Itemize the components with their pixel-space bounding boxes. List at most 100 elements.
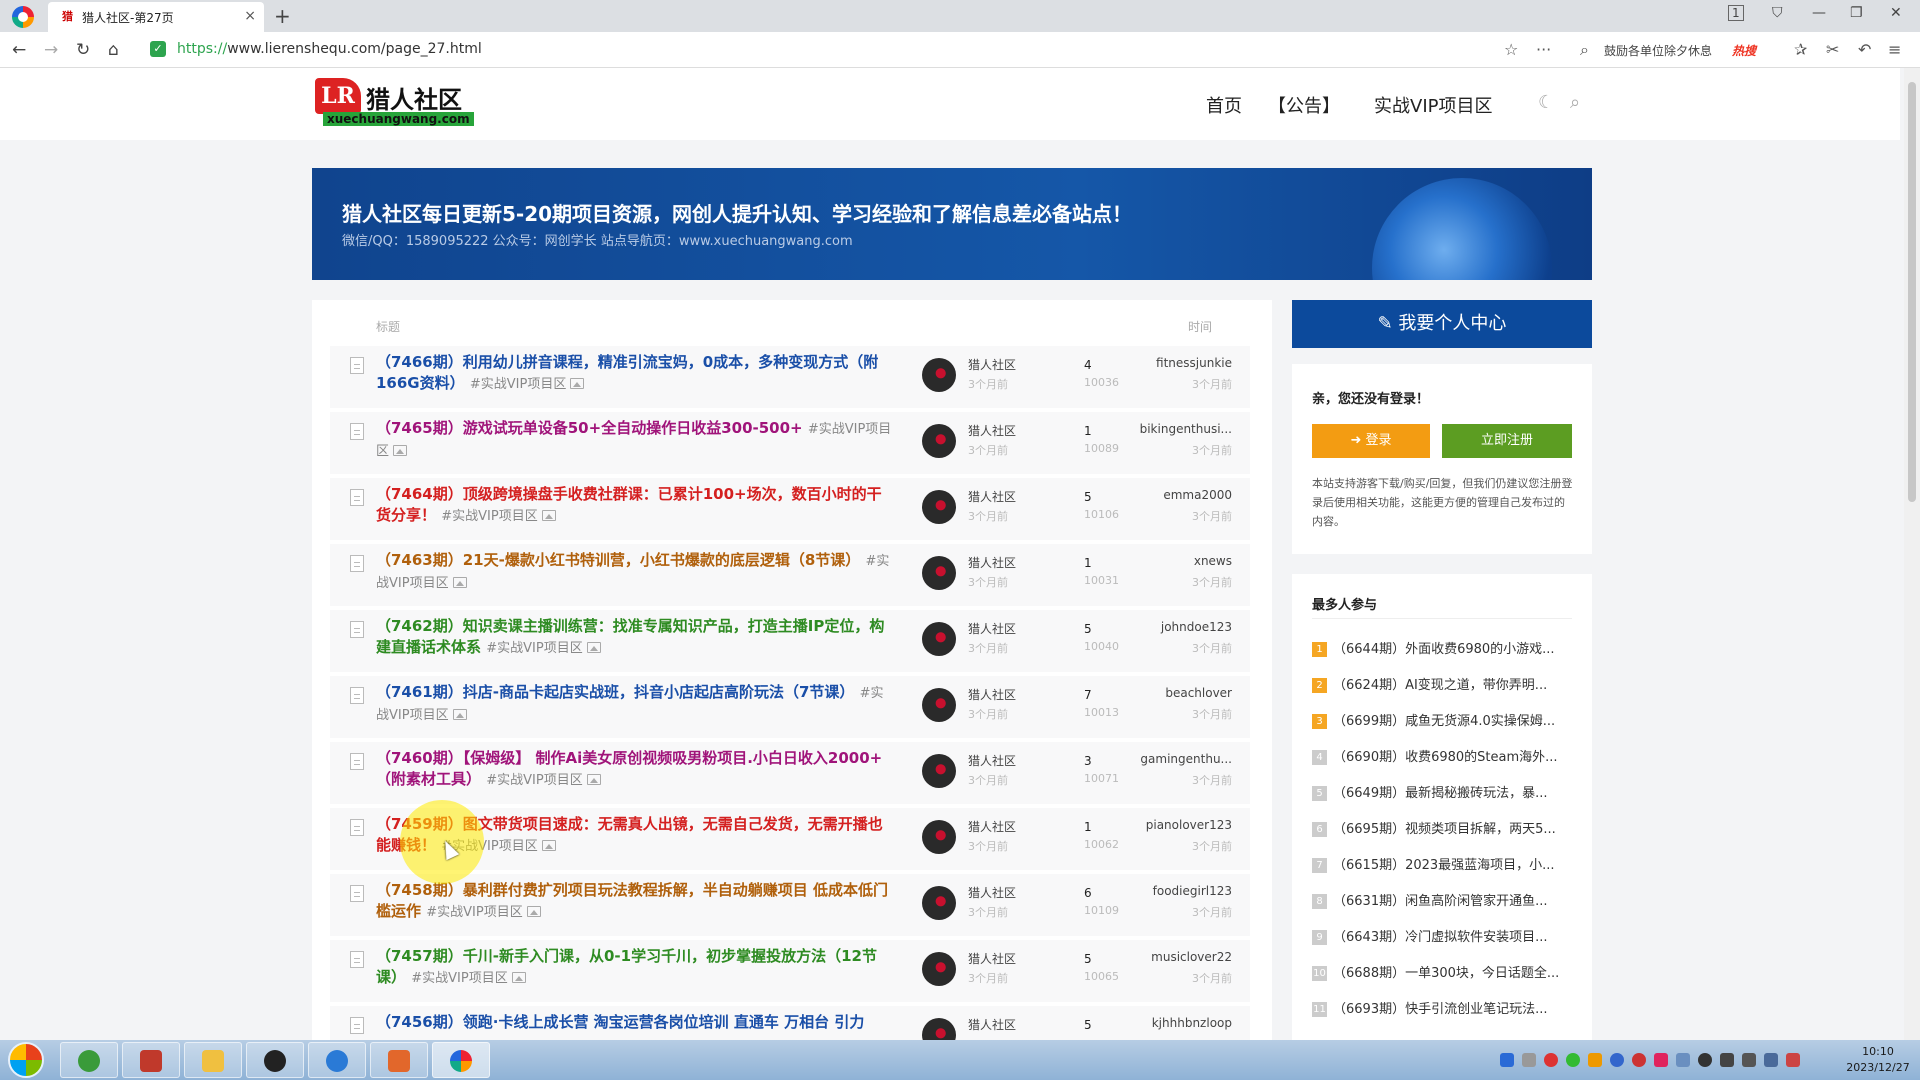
page-scrollbar[interactable] [1904, 68, 1920, 1040]
thread-title-block[interactable]: （7463期）21天-爆款小红书特训营，小红书爆款的底层逻辑（8节课） #实战V… [376, 550, 896, 594]
restore-icon[interactable]: ❐ [1850, 5, 1863, 21]
popular-item-title[interactable]: （6643期）冷门虚拟软件安装项目... [1333, 930, 1547, 945]
last-reply-user[interactable]: emma2000 [1112, 488, 1232, 502]
tray-music-icon[interactable] [1654, 1053, 1668, 1067]
thread-title[interactable]: （7462期）知识卖课主播训练营：找准专属知识产品，打造主播IP定位，构建直播话… [376, 617, 884, 656]
popular-item-title[interactable]: （6699期）咸鱼无货源4.0实操保姆... [1333, 714, 1555, 729]
popular-item-title[interactable]: （6631期）闲鱼高阶闲管家开通鱼... [1333, 894, 1547, 909]
screenshot-icon[interactable]: ✂ [1826, 40, 1839, 59]
skin-icon[interactable]: ⛉ [1772, 5, 1783, 21]
thread-row[interactable]: （7465期）游戏试玩单设备50+全自动操作日收益300-500+ #实战VIP… [330, 412, 1250, 474]
thread-title-block[interactable]: （7457期）千川-新手入门课，从0-1学习千川，初步掌握投放方法（12节课） … [376, 946, 896, 990]
taskbar-app-qq[interactable] [246, 1042, 304, 1078]
author-name[interactable]: 猎人社区 [968, 488, 1016, 505]
nav-vip-projects[interactable]: 实战VIP项目区 [1374, 92, 1492, 118]
thread-tag[interactable]: #实战VIP项目区 [441, 509, 537, 524]
browser-tab-active[interactable]: 猎 猎人社区-第27页 × [48, 2, 264, 32]
taskbar-app-files[interactable] [184, 1042, 242, 1078]
favorites-icon[interactable]: ✰ [1794, 40, 1807, 59]
author-avatar[interactable] [922, 952, 956, 986]
browser-logo-icon[interactable] [12, 6, 34, 28]
reload-icon[interactable]: ↻ [76, 40, 90, 60]
site-logo-domain[interactable]: xuechuangwang.com [323, 112, 474, 126]
thread-tag[interactable]: #实战VIP项目区 [411, 971, 507, 986]
popular-item-title[interactable]: （6649期）最新揭秘搬砖玩法，暴... [1333, 786, 1547, 801]
thread-title[interactable]: （7466期）利用幼儿拼音课程，精准引流宝妈，0成本，多种变现方式（附166G资… [376, 353, 878, 392]
author-avatar[interactable] [922, 358, 956, 392]
thread-title[interactable]: （7465期）游戏试玩单设备50+全自动操作日收益300-500+ [376, 419, 803, 437]
tray-wechat-icon[interactable] [1566, 1053, 1580, 1067]
member-center-button[interactable]: ✎ 我要个人中心 [1292, 300, 1592, 348]
thread-title-block[interactable]: （7458期）暴利群付费扩列项目玩法教程拆解，半自动躺赚项目 低成本低门槛运作 … [376, 880, 896, 924]
tray-arrow-icon[interactable] [1522, 1053, 1536, 1067]
popular-item[interactable]: 1 （6644期）外面收费6980的小游戏... [1312, 638, 1582, 660]
author-avatar[interactable] [922, 754, 956, 788]
menu-icon[interactable]: ≡ [1888, 40, 1901, 59]
thread-title-block[interactable]: （7461期）抖店-商品卡起店实战班，抖音小店起店高阶玩法（7节课） #实战VI… [376, 682, 896, 726]
undo-icon[interactable]: ↶ [1858, 40, 1871, 59]
taskbar-app-browser[interactable] [432, 1042, 490, 1078]
popular-item[interactable]: 11 （6693期）快手引流创业笔记玩法... [1312, 998, 1582, 1020]
thread-row[interactable]: （7460期）【保姆级】 制作Ai美女原创视频吸男粉项目.小白日收入2000+（… [330, 742, 1250, 804]
tray-cloud-icon[interactable] [1610, 1053, 1624, 1067]
popular-item[interactable]: 7 （6615期）2023最强蓝海项目，小... [1312, 854, 1582, 876]
forward-icon[interactable]: → [44, 40, 58, 60]
popular-item[interactable]: 4 （6690期）收费6980的Steam海外... [1312, 746, 1582, 768]
tray-volume-icon[interactable] [1742, 1053, 1756, 1067]
thread-title-block[interactable]: （7462期）知识卖课主播训练营：找准专属知识产品，打造主播IP定位，构建直播话… [376, 616, 896, 660]
taskbar-app-slides[interactable] [370, 1042, 428, 1078]
thread-row[interactable]: （7462期）知识卖课主播训练营：找准专属知识产品，打造主播IP定位，构建直播话… [330, 610, 1250, 672]
back-icon[interactable]: ← [12, 40, 26, 60]
more-icon[interactable]: ··· [1536, 40, 1551, 59]
thread-tag[interactable]: #实战VIP项目区 [426, 905, 522, 920]
popular-item-title[interactable]: （6693期）快手引流创业笔记玩法... [1333, 1002, 1547, 1017]
author-name[interactable]: 猎人社区 [968, 554, 1016, 571]
author-avatar[interactable] [922, 820, 956, 854]
site-logo-mark[interactable]: LR [315, 78, 361, 114]
author-avatar[interactable] [922, 424, 956, 458]
thread-tag[interactable]: #实战VIP项目区 [470, 377, 566, 392]
author-name[interactable]: 猎人社区 [968, 950, 1016, 967]
thread-title[interactable]: （7460期）【保姆级】 制作Ai美女原创视频吸男粉项目.小白日收入2000+（… [376, 749, 882, 788]
author-name[interactable]: 猎人社区 [968, 818, 1016, 835]
tray-input-icon[interactable] [1588, 1053, 1602, 1067]
author-name[interactable]: 猎人社区 [968, 884, 1016, 901]
author-avatar[interactable] [922, 1018, 956, 1040]
taskbar-app-media[interactable] [122, 1042, 180, 1078]
scroll-thumb[interactable] [1908, 82, 1916, 502]
last-reply-user[interactable]: musiclover22 [1112, 950, 1232, 964]
thread-title-block[interactable]: （7464期）顶级跨境操盘手收费社群课：已累计100+场次，数百小时的干货分享！… [376, 484, 896, 528]
last-reply-user[interactable]: kjhhhbnzloop [1112, 1016, 1232, 1030]
popular-item-title[interactable]: （6624期）AI变现之道，带你弄明... [1333, 678, 1547, 693]
popular-item-title[interactable]: （6695期）视频类项目拆解，两天5... [1333, 822, 1556, 837]
thread-title-block[interactable]: （7465期）游戏试玩单设备50+全自动操作日收益300-500+ #实战VIP… [376, 418, 896, 462]
taskbar-app-network[interactable] [308, 1042, 366, 1078]
new-tab-icon[interactable]: + [274, 4, 291, 28]
author-name[interactable]: 猎人社区 [968, 1016, 1016, 1033]
popular-item[interactable]: 8 （6631期）闲鱼高阶闲管家开通鱼... [1312, 890, 1582, 912]
last-reply-user[interactable]: johndoe123 [1112, 620, 1232, 634]
thread-tag[interactable]: #实战VIP项目区 [486, 641, 582, 656]
last-reply-user[interactable]: bikingenthusi... [1112, 422, 1232, 436]
author-avatar[interactable] [922, 490, 956, 524]
popular-item[interactable]: 3 （6699期）咸鱼无货源4.0实操保姆... [1312, 710, 1582, 732]
author-avatar[interactable] [922, 556, 956, 590]
tray-app-icon[interactable] [1500, 1053, 1514, 1067]
tray-monitor-icon[interactable] [1676, 1053, 1690, 1067]
home-icon[interactable]: ⌂ [108, 40, 119, 60]
thread-row[interactable]: （7461期）抖店-商品卡起店实战班，抖音小店起店高阶玩法（7节课） #实战VI… [330, 676, 1250, 738]
thread-title[interactable]: （7456期）领跑·卡线上成长营 淘宝运营各岗位培训 直通车 万相台 引力 [376, 1013, 864, 1031]
thread-title[interactable]: （7463期）21天-爆款小红书特训营，小红书爆款的底层逻辑（8节课） [376, 551, 860, 569]
thread-tag[interactable]: #实战VIP项目区 [486, 773, 582, 788]
last-reply-user[interactable]: beachlover [1112, 686, 1232, 700]
taskbar-clock[interactable]: 10:10 2023/12/27 [1844, 1044, 1912, 1076]
popular-item[interactable]: 9 （6643期）冷门虚拟软件安装项目... [1312, 926, 1582, 948]
last-reply-user[interactable]: pianolover123 [1112, 818, 1232, 832]
dark-mode-moon-icon[interactable]: ☾ [1538, 92, 1554, 113]
author-name[interactable]: 猎人社区 [968, 422, 1016, 439]
search-hot-badge[interactable]: 热搜 [1732, 42, 1756, 59]
tray-alert-icon[interactable] [1632, 1053, 1646, 1067]
thread-row[interactable]: （7458期）暴利群付费扩列项目玩法教程拆解，半自动躺赚项目 低成本低门槛运作 … [330, 874, 1250, 936]
thread-title[interactable]: （7461期）抖店-商品卡起店实战班，抖音小店起店高阶玩法（7节课） [376, 683, 854, 701]
thread-row[interactable]: （7464期）顶级跨境操盘手收费社群课：已累计100+场次，数百小时的干货分享！… [330, 478, 1250, 540]
